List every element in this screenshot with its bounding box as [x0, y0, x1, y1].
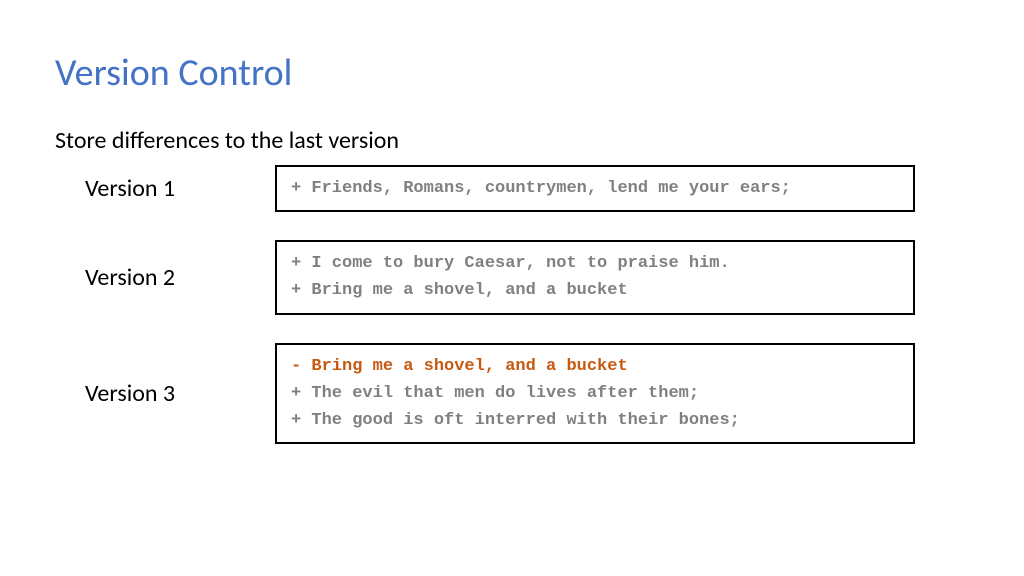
slide-title: Version Control: [55, 50, 969, 96]
diff-box-1: + Friends, Romans, countrymen, lend me y…: [275, 165, 915, 212]
version-label-2: Version 2: [85, 263, 275, 292]
diff-box-3: - Bring me a shovel, and a bucket + The …: [275, 343, 915, 445]
diff-line: + Bring me a shovel, and a bucket: [291, 277, 899, 304]
version-label-1: Version 1: [85, 174, 275, 203]
diff-line: + The good is oft interred with their bo…: [291, 407, 899, 434]
diff-line-removed: - Bring me a shovel, and a bucket: [291, 353, 899, 380]
version-label-3: Version 3: [85, 379, 275, 408]
version-row-3: Version 3 - Bring me a shovel, and a buc…: [55, 343, 969, 445]
version-row-2: Version 2 + I come to bury Caesar, not t…: [55, 240, 969, 314]
slide-subtitle: Store differences to the last version: [55, 126, 969, 155]
slide: Version Control Store differences to the…: [0, 0, 1024, 576]
diff-line: + I come to bury Caesar, not to praise h…: [291, 250, 899, 277]
diff-line: + Friends, Romans, countrymen, lend me y…: [291, 175, 899, 202]
diff-line: + The evil that men do lives after them;: [291, 380, 899, 407]
version-row-1: Version 1 + Friends, Romans, countrymen,…: [55, 165, 969, 212]
diff-box-2: + I come to bury Caesar, not to praise h…: [275, 240, 915, 314]
